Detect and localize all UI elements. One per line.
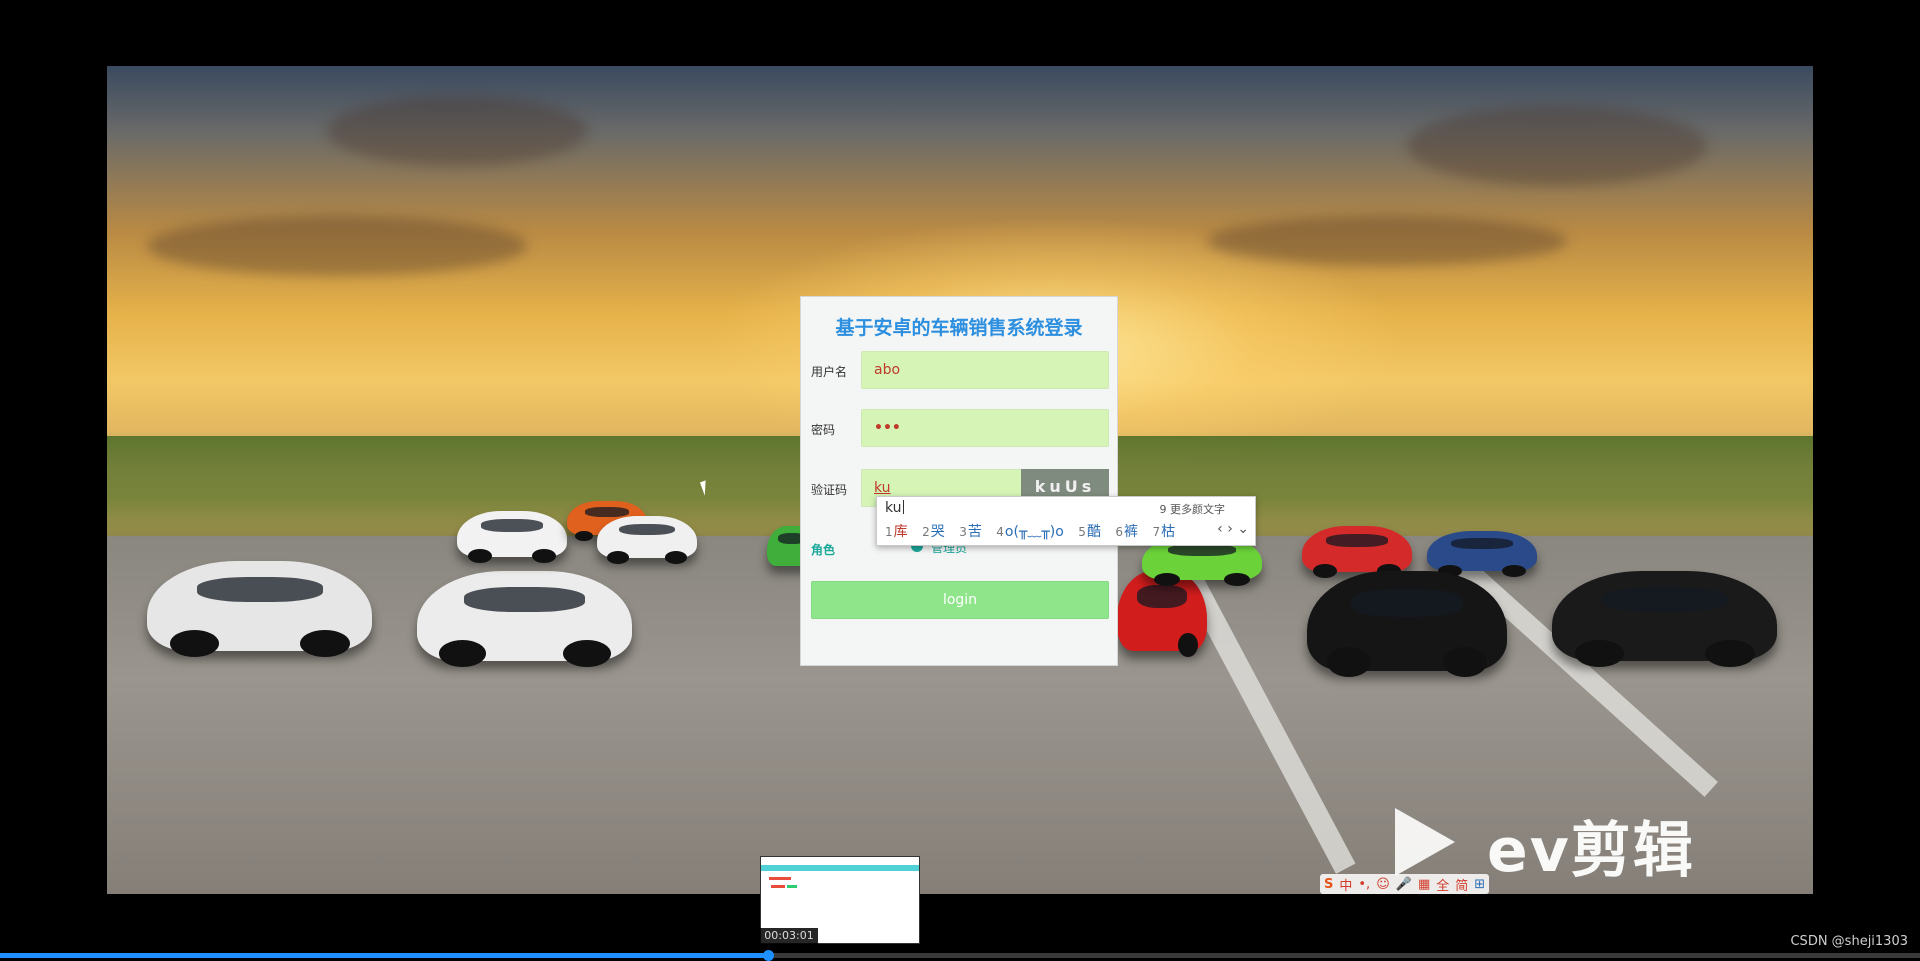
captcha-label: 验证码 <box>811 483 848 497</box>
ime-grid-icon[interactable]: ⊞ <box>1474 877 1485 892</box>
ime-more-emoticons[interactable]: 9 更多颜文字 <box>1160 501 1226 517</box>
preview-timestamp: 00:03:01 <box>760 928 818 944</box>
ime-punctuation-icon[interactable]: •, <box>1358 877 1370 892</box>
ime-candidate[interactable]: 6裤 <box>1115 524 1138 540</box>
play-logo-icon <box>1395 808 1455 876</box>
ime-simplified[interactable]: 简 <box>1455 875 1468 894</box>
car-white-lambo <box>597 516 697 564</box>
cloud <box>147 216 527 276</box>
progress-fill <box>0 953 768 958</box>
ime-candidate[interactable]: 5酷 <box>1078 524 1101 540</box>
ime-emoji-icon[interactable]: ☺ <box>1376 877 1390 892</box>
ime-keyboard-icon[interactable]: ▦ <box>1418 877 1430 892</box>
car-white-pagani <box>147 561 372 657</box>
ime-candidate[interactable]: 3苦 <box>959 524 982 540</box>
car-black-bugatti <box>1307 571 1507 677</box>
username-input[interactable]: abo <box>861 351 1109 389</box>
ime-candidate[interactable]: 4o(╥﹏╥)o <box>996 524 1064 540</box>
ime-voice-icon[interactable]: 🎤 <box>1396 877 1412 892</box>
login-panel: 基于安卓的车辆销售系统登录 用户名 abo 密码 ••• 验证码 ku kuUs… <box>800 296 1118 666</box>
car-white-pagani <box>417 571 632 667</box>
ime-composition: ku <box>885 500 902 516</box>
password-label: 密码 <box>811 423 836 437</box>
car-red <box>1302 526 1412 578</box>
ime-chinese-mode[interactable]: 中 <box>1339 875 1352 894</box>
video-progress-bar[interactable] <box>0 950 1920 961</box>
thumbnail-header-bar <box>761 865 919 871</box>
ime-candidate[interactable]: 1库 <box>885 524 908 540</box>
ime-candidate-popup: ku 9 更多颜文字 1库 2哭 3苦 4o(╥﹏╥)o 5酷 6裤 7枯 ‹ … <box>876 496 1256 546</box>
ime-fullwidth[interactable]: 全 <box>1436 875 1449 894</box>
car-blue-ariel <box>1427 531 1537 577</box>
progress-knob[interactable] <box>763 950 774 961</box>
car-white-lexus <box>457 511 567 563</box>
ime-toolbar: S 中 •, ☺ 🎤 ▦ 全 简 ⊞ <box>1320 874 1490 894</box>
password-input[interactable]: ••• <box>861 409 1109 447</box>
thumbnail-line <box>769 877 791 880</box>
ev-watermark-text: ev剪辑 <box>1487 816 1695 886</box>
cloud <box>1207 216 1567 266</box>
cloud <box>327 96 587 166</box>
ime-candidate[interactable]: 7枯 <box>1152 524 1175 540</box>
thumbnail-line <box>771 885 785 888</box>
username-label: 用户名 <box>811 365 848 379</box>
ime-candidate[interactable]: 2哭 <box>922 524 945 540</box>
role-label: 角色 <box>811 543 836 557</box>
car-black-mercedes <box>1552 571 1777 667</box>
ime-page-nav-icon[interactable]: ‹ › ⌄ <box>1217 521 1249 537</box>
sogou-logo-icon[interactable]: S <box>1324 877 1333 892</box>
ime-candidate-list: 1库 2哭 3苦 4o(╥﹏╥)o 5酷 6裤 7枯 <box>885 521 1185 541</box>
cloud <box>1407 106 1707 186</box>
login-button[interactable]: login <box>811 581 1109 619</box>
thumbnail-line <box>787 885 797 888</box>
csdn-credit: CSDN @sheji1303 <box>1790 934 1908 949</box>
login-title: 基于安卓的车辆销售系统登录 <box>835 317 1083 339</box>
